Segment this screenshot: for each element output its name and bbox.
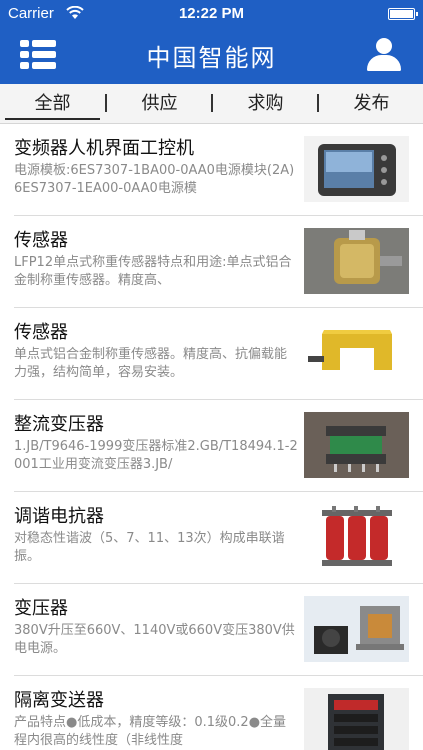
item-description: 电源模板:6ES7307-1BA00-0AA0电源模块(2A)6ES7307-1… <box>14 163 295 196</box>
tab-all[interactable]: 全部 <box>0 84 105 124</box>
item-title: 传感器 <box>14 322 68 343</box>
list-item[interactable]: 传感器 单点式铝合金制称重传感器。精度高、抗偏载能力强，结构简单，容易安装。 <box>0 308 423 400</box>
list-item[interactable]: 变压器 380V升压至660V、1140V或660V变压380V供电电源。 <box>0 584 423 676</box>
category-tabs: 全部 供应 求购 发布 <box>0 84 423 124</box>
list-item[interactable]: 隔离变送器 产品特点●低成本，精度等级：0.1级0.2●全量程内很高的线性度（非… <box>0 676 423 750</box>
status-bar: Carrier 12:22 PM <box>0 0 423 28</box>
app-title: 中国智能网 <box>146 44 277 72</box>
item-description: 1.JB/T9646-1999变压器标准2.GB/T18494.1-2001工业… <box>14 439 298 472</box>
item-description: LFP12单点式称重传感器特点和用途:单点式铝合金制称重传感器。精度高、 <box>14 255 292 288</box>
item-title: 变压器 <box>14 598 68 619</box>
rugged-tablet-image <box>304 136 409 202</box>
nav-bar: 中国智能网 <box>0 28 423 84</box>
battery-icon <box>388 8 418 20</box>
item-title: 传感器 <box>14 230 68 251</box>
item-description: 对稳态性谐波（5、7、11、13次）构成串联谐振。 <box>14 531 285 564</box>
tuning-reactor-image <box>304 504 409 570</box>
item-description: 380V升压至660V、1140V或660V变压380V供电电源。 <box>14 623 295 656</box>
user-icon[interactable] <box>367 38 401 72</box>
transformer-image <box>304 596 409 662</box>
item-title: 变频器人机界面工控机 <box>14 138 194 159</box>
item-title: 隔离变送器 <box>14 690 104 711</box>
fork-sensor-image <box>304 320 409 386</box>
top-bar: Carrier 12:22 PM 中国智能网 <box>0 0 423 84</box>
load-sensor-image <box>304 228 409 294</box>
item-description: 产品特点●低成本，精度等级：0.1级0.2●全量程内很高的线性度（非线性度 <box>14 715 287 748</box>
list-item[interactable]: 调谐电抗器 对稳态性谐波（5、7、11、13次）构成串联谐振。 <box>0 492 423 584</box>
list-item[interactable]: 传感器 LFP12单点式称重传感器特点和用途:单点式铝合金制称重传感器。精度高、 <box>0 216 423 308</box>
tab-publish[interactable]: 发布 <box>319 84 423 124</box>
item-title: 整流变压器 <box>14 414 104 435</box>
list-item[interactable]: 整流变压器 1.JB/T9646-1999变压器标准2.GB/T18494.1-… <box>0 400 423 492</box>
clock: 12:22 PM <box>178 5 245 22</box>
tab-purchase[interactable]: 求购 <box>213 84 318 124</box>
item-title: 调谐电抗器 <box>14 506 104 527</box>
item-description: 单点式铝合金制称重传感器。精度高、抗偏载能力强，结构简单，容易安装。 <box>14 347 288 380</box>
list-item[interactable]: 变频器人机界面工控机 电源模板:6ES7307-1BA00-0AA0电源模块(2… <box>0 124 423 216</box>
tab-supply[interactable]: 供应 <box>107 84 212 124</box>
isolation-transmitter-image <box>304 688 409 750</box>
rectifier-transformer-image <box>304 412 409 478</box>
